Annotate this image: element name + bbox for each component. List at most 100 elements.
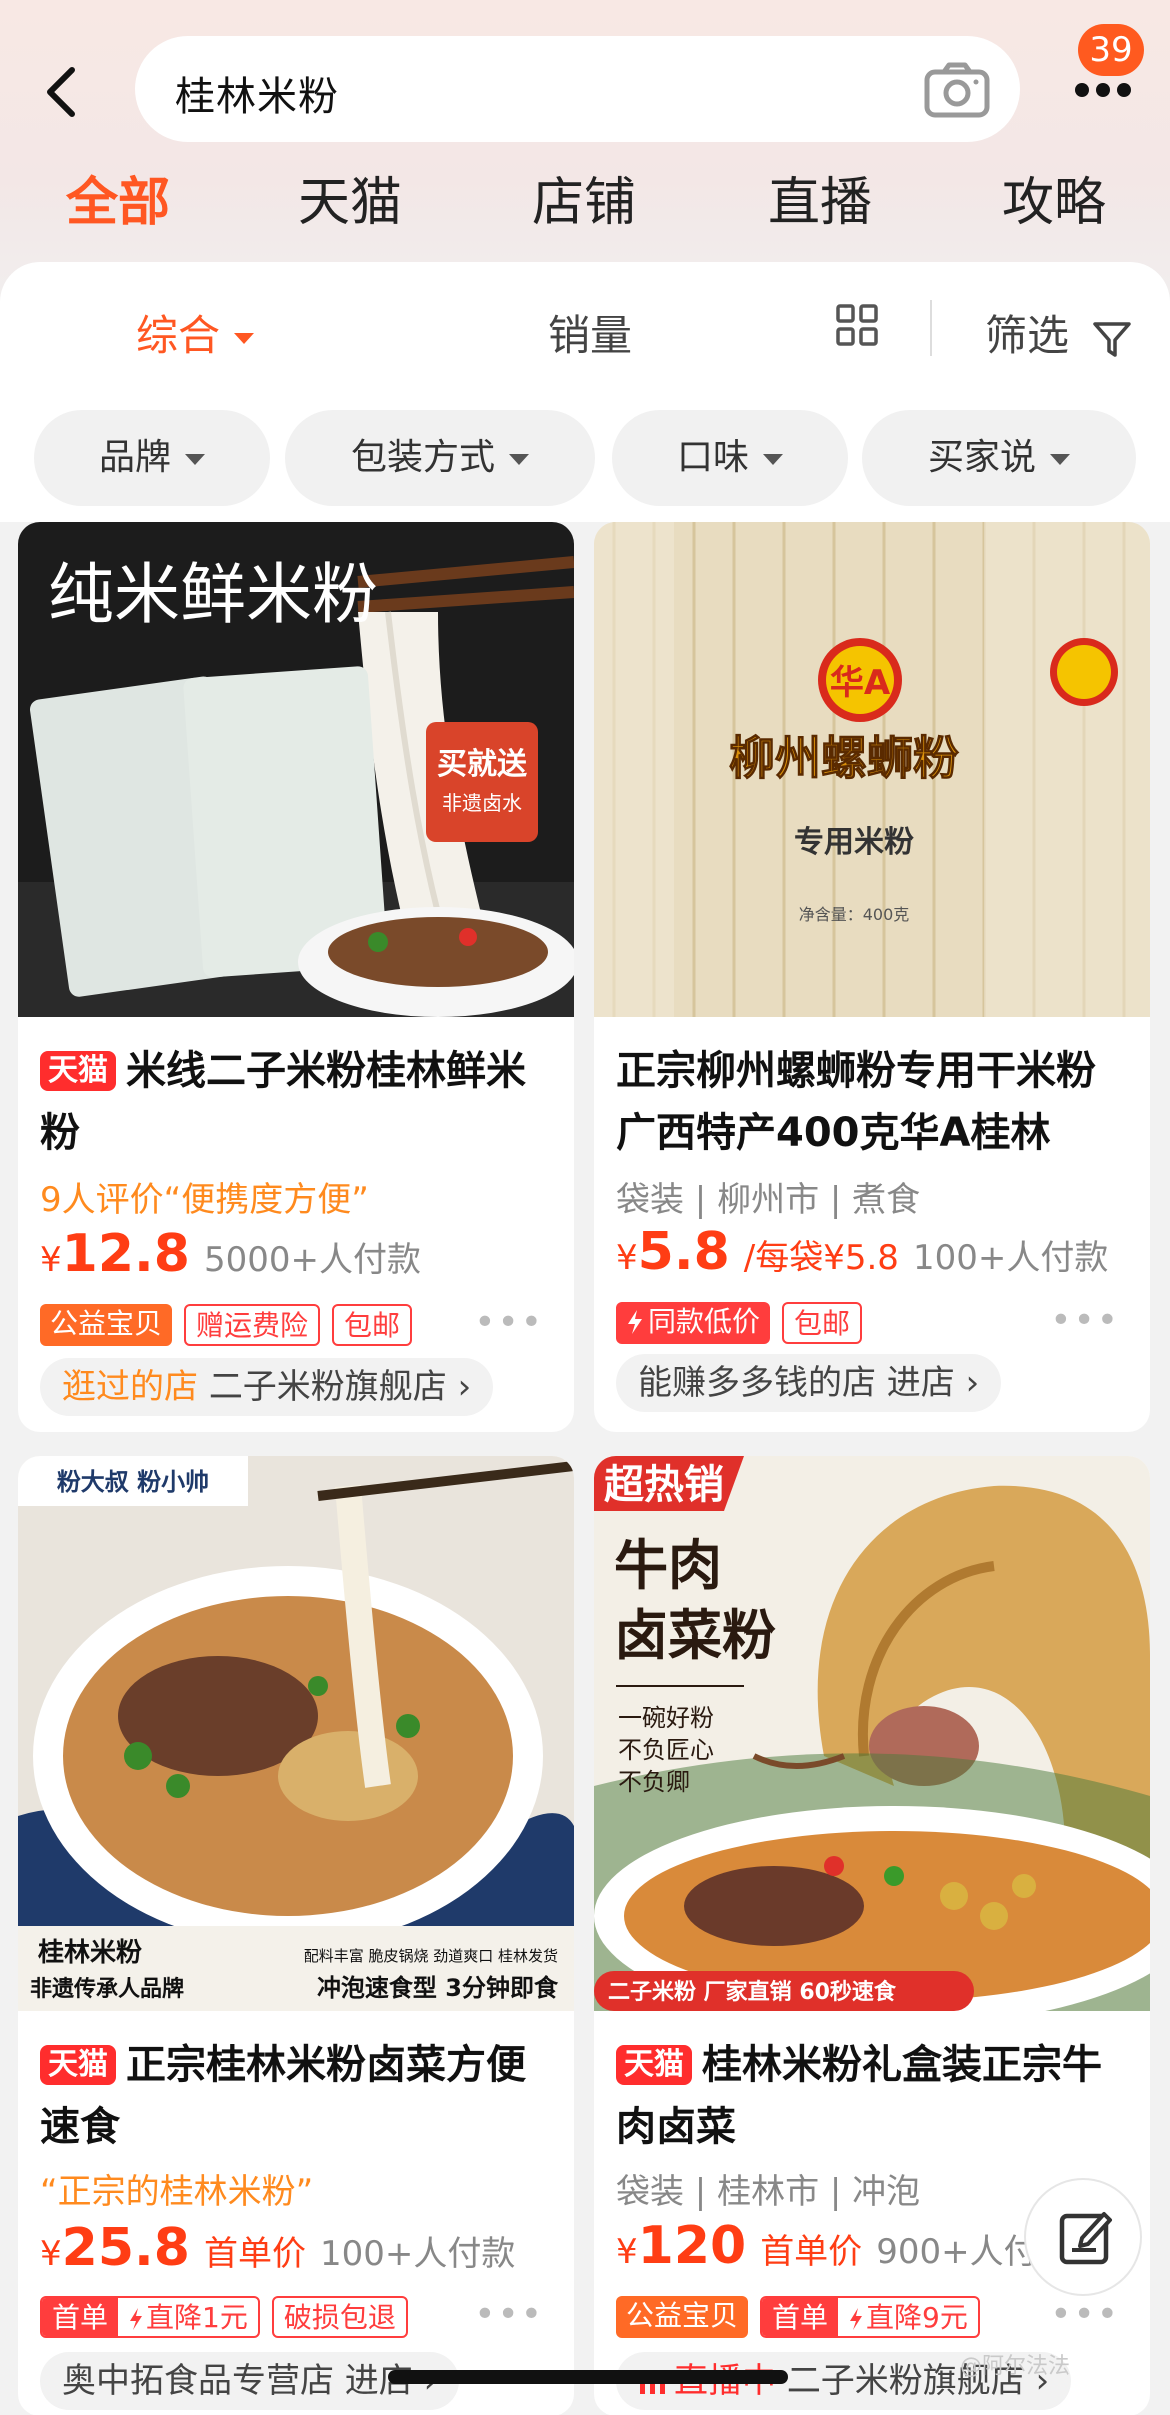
image-subtitle: 非遗传承人品牌 [30, 1976, 184, 2002]
more-icon[interactable]: ••• [474, 2294, 544, 2335]
tag-row: 首单 直降1元 破损包退 [40, 2296, 420, 2340]
tmall-tag: 天猫 [40, 1051, 116, 1091]
review-snippet: “正宗的桂林米粉” [40, 2172, 314, 2212]
brand-logo-text: 华A [830, 663, 891, 703]
discount-amount: 直降9元 [838, 2298, 978, 2336]
image-headline: 纯米鲜米粉 [48, 556, 378, 633]
first-order-discount-tag: 首单 直降1元 [40, 2296, 260, 2338]
first-order-label: 首单 [762, 2298, 839, 2336]
grid-view-icon[interactable] [836, 304, 878, 346]
chip-flavor-label: 口味 [676, 437, 749, 478]
sold-count: 100+人付款 [319, 2234, 516, 2274]
sort-default[interactable]: 综合 [136, 302, 255, 363]
sold-count: 100+人付款 [912, 1238, 1109, 1278]
sort-default-label: 综合 [136, 311, 221, 360]
store-link[interactable]: 能赚多多钱的店 进店 › [616, 1354, 1002, 1412]
product-meta: 袋装 | 桂林市 | 冲泡 [616, 2172, 921, 2212]
first-order-label: 首单 [42, 2298, 119, 2336]
price: 5.8 [637, 1222, 730, 1282]
chip-packaging[interactable]: 包装方式 [285, 410, 595, 506]
chevron-left-icon [47, 67, 75, 117]
search-input[interactable]: 桂林米粉 [135, 36, 1020, 142]
product-meta: 袋装 | 柳州市 | 煮食 [616, 1180, 921, 1220]
tmall-tag: 天猫 [40, 2045, 116, 2085]
sort-bar: 综合 销量 筛选 [0, 262, 1170, 392]
product-card[interactable]: 粉大叔 粉小帅 桂林米粉 非遗传承人品牌 配料丰富 脆皮锅烧 劲道爽口 桂林发货… [18, 1456, 574, 2415]
flash-icon [628, 1310, 642, 1334]
chip-buyer-says[interactable]: 买家说 [862, 410, 1136, 506]
product-image[interactable]: 买就送 非遗卤水 纯米鲜米粉 [18, 522, 574, 1017]
discount-amount: 直降1元 [118, 2298, 258, 2336]
filter-button[interactable]: 筛选 [985, 302, 1132, 363]
caret-down-icon [509, 453, 529, 465]
product-title: 天猫 正宗桂林米粉卤菜方便速食 [40, 2034, 558, 2158]
charity-tag: 公益宝贝 [616, 2296, 749, 2338]
slogan-line: 一碗好粉 [618, 1704, 714, 1732]
first-order-price-label: 首单价 [760, 2232, 863, 2272]
image-headline: 柳州螺蛳粉 [729, 731, 959, 785]
sold-count: 5000+人付款 [203, 1240, 421, 1280]
image-headline-1: 牛肉 [614, 1533, 722, 1597]
unit-price: /每袋¥5.8 [743, 1238, 899, 1278]
chip-packaging-label: 包装方式 [350, 437, 495, 478]
product-card[interactable]: 华A 柳州螺蛳粉 专用米粉 净含量：400克 正宗柳州螺蛳粉专用干米粉广西特产4… [594, 522, 1150, 1432]
discount-amount-label: 直降9元 [866, 2301, 968, 2334]
hot-sale-badge: 超热销 [604, 1462, 724, 1508]
slogan-line: 不负卿 [618, 1768, 690, 1796]
more-icon[interactable]: ••• [1050, 1300, 1120, 1341]
sort-sales[interactable]: 销量 [548, 302, 632, 363]
discount-amount-label: 直降1元 [146, 2301, 248, 2334]
tag-row: 公益宝贝 首单 直降9元 [616, 2296, 992, 2340]
tmall-tag: 天猫 [616, 2045, 692, 2085]
slogan-line: 不负匠心 [618, 1736, 714, 1764]
more-icon[interactable]: ••• [474, 1302, 544, 1343]
gift-badge-subtext: 非遗卤水 [442, 791, 522, 815]
price-row: ¥120 首单价 900+人付款 [616, 2216, 1072, 2276]
price: 12.8 [61, 1224, 190, 1284]
tab-stores[interactable]: 店铺 [532, 160, 636, 235]
back-button[interactable] [38, 62, 88, 122]
free-shipping-tag: 包邮 [782, 1302, 863, 1344]
product-image[interactable]: 粉大叔 粉小帅 桂林米粉 非遗传承人品牌 配料丰富 脆皮锅烧 劲道爽口 桂林发货… [18, 1456, 574, 2011]
watermark: @阿尔法法 [960, 2354, 1071, 2379]
tab-guides[interactable]: 攻略 [1002, 160, 1106, 235]
image-subtitle: 专用米粉 [794, 825, 914, 860]
image-features: 配料丰富 脆皮锅烧 劲道爽口 桂林发货 [304, 1947, 558, 1965]
product-card[interactable]: 买就送 非遗卤水 纯米鲜米粉 天猫 米线二子米粉桂林鲜米粉 9人评价“便携度方便”… [18, 522, 574, 1432]
store-link[interactable]: 逛过的店 二子米粉旗舰店 › [40, 1358, 494, 1416]
message-count-badge: 39 [1078, 24, 1144, 76]
camera-icon[interactable] [924, 62, 990, 118]
category-tabs: 全部 天猫 店铺 直播 攻略 [0, 160, 1170, 240]
home-indicator[interactable] [388, 2370, 788, 2384]
currency-symbol: ¥ [40, 1240, 62, 1280]
currency-symbol: ¥ [40, 2234, 62, 2274]
tag-row: 公益宝贝 赠运费险 包邮 [40, 1304, 424, 1348]
price: 120 [637, 2216, 747, 2276]
store-name: 二子米粉旗舰店 › [208, 1367, 472, 1407]
image-features-2: 冲泡速食型 3分钟即食 [317, 1974, 559, 2002]
image-headline: 桂林米粉 [38, 1938, 142, 1968]
caret-down-icon [185, 453, 205, 465]
tab-live[interactable]: 直播 [768, 160, 872, 235]
sort-divider [930, 300, 932, 356]
product-image[interactable]: 华A 柳州螺蛳粉 专用米粉 净含量：400克 [594, 522, 1150, 1017]
same-low-price-label: 同款低价 [648, 1305, 761, 1338]
tag-row: 同款低价 包邮 [616, 1302, 874, 1346]
first-order-price-label: 首单价 [203, 2234, 306, 2274]
price-row: ¥25.8 首单价 100+人付款 [40, 2218, 515, 2278]
feedback-button[interactable] [1024, 2178, 1142, 2296]
more-icon[interactable]: ••• [1050, 2294, 1120, 2335]
product-image[interactable]: 超热销 牛肉 卤菜粉 一碗好粉 不负匠心 不负卿 二子米粉 厂家直销 60秒速食 [594, 1456, 1150, 2011]
image-weight: 净含量：400克 [799, 905, 910, 924]
damage-refund-tag: 破损包退 [271, 2296, 408, 2338]
chip-brand[interactable]: 品牌 [34, 410, 270, 506]
review-snippet: 9人评价“便携度方便” [40, 1180, 369, 1220]
tab-tmall[interactable]: 天猫 [298, 160, 402, 235]
search-query: 桂林米粉 [175, 74, 339, 120]
chip-flavor[interactable]: 口味 [612, 410, 848, 506]
same-low-price-tag: 同款低价 [616, 1302, 771, 1344]
tab-all[interactable]: 全部 [66, 160, 170, 235]
charity-tag: 公益宝贝 [40, 1304, 173, 1346]
free-shipping-tag: 包邮 [332, 1304, 413, 1346]
product-title: 天猫 米线二子米粉桂林鲜米粉 [40, 1040, 558, 1164]
